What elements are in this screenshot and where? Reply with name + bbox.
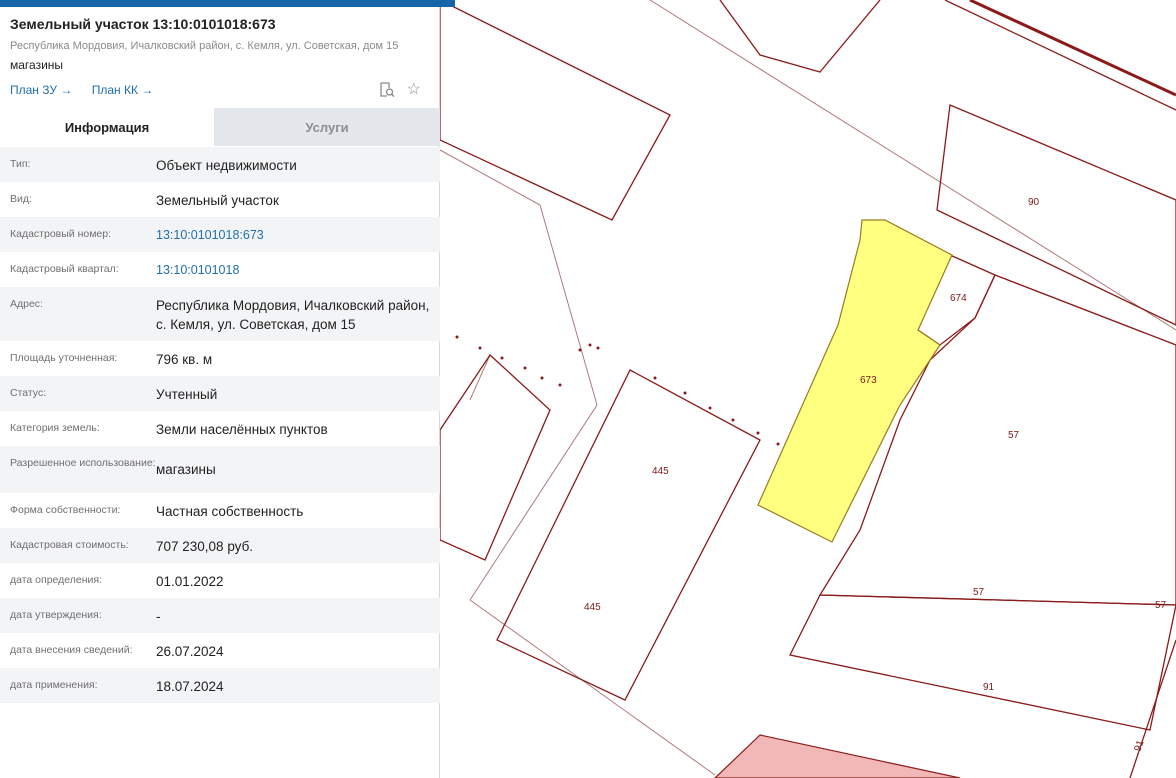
accent-bar [0,0,455,7]
cadastral-number-link[interactable]: 13:10:0101018:673 [156,226,430,252]
star-icon[interactable]: ☆ [407,82,421,102]
info-label: Статус: [10,387,47,399]
plan-links: План ЗУ → План КК → [10,83,169,97]
label-90: 90 [1028,197,1040,208]
info-label: дата применения: [10,679,98,691]
tab-services[interactable]: Услуги [214,108,440,146]
info-row-land-category: Категория земель: Земли населённых пункт… [0,411,440,446]
info-row-date-approved: дата утверждения: - [0,598,440,633]
info-table: Тип: Объект недвижимости Вид: Земельный … [0,147,440,703]
info-value: 796 кв. м [156,352,213,367]
info-label: дата утверждения: [10,609,102,621]
info-value: 26.07.2024 [156,644,224,659]
search-document-icon[interactable] [379,82,395,102]
info-value: 18.07.2024 [156,679,224,694]
info-row-status: Статус: Учтенный [0,376,440,411]
info-value: 707 230,08 руб. [156,539,254,554]
label-445-b: 445 [584,602,601,613]
tab-information[interactable]: Информация [0,108,214,146]
info-label: Тип: [10,158,31,170]
info-label: Категория земель: [10,422,100,434]
info-row-area: Площадь уточненная: 796 кв. м [0,341,440,376]
info-value: Объект недвижимости [156,158,297,173]
info-label: Кадастровая стоимость: [10,539,129,551]
plan-zu-link[interactable]: План ЗУ → [10,83,72,97]
info-row-date-determined: дата определения: 01.01.2022 [0,563,440,598]
info-row-ownership: Форма собственности: Частная собственнос… [0,493,440,528]
header-purpose: магазины [10,58,64,72]
cadastral-quarter-link[interactable]: 13:10:0101018 [156,261,430,287]
header-actions: ☆ [379,82,421,102]
info-row-date-applied: дата применения: 18.07.2024 [0,668,440,703]
label-57-c: 57 [1155,600,1167,611]
info-row-date-entered: дата внесения сведений: 26.07.2024 [0,633,440,668]
label-57-a: 57 [1008,430,1020,441]
info-value: магазины [156,462,216,477]
info-value: Земельный участок [156,193,279,208]
info-row-address: Адрес: Республика Мордовия, Ичалковский … [0,287,440,341]
info-label: Кадастровый квартал: [10,263,119,275]
info-label: Адрес: [10,298,43,310]
info-value: - [156,609,161,624]
info-label: дата определения: [10,574,103,586]
label-445-a: 445 [652,466,669,477]
info-label: Разрешенное использование: [10,457,156,469]
tab-bar: Информация Услуги [0,108,440,146]
info-label: дата внесения сведений: [10,644,133,656]
info-row-kind: Вид: Земельный участок [0,182,440,217]
info-value: Частная собственность [156,504,304,519]
panel-header: Земельный участок 13:10:0101018:673 Респ… [10,16,430,72]
info-row-cadastral-value: Кадастровая стоимость: 707 230,08 руб. [0,528,440,563]
header-address: Республика Мордовия, Ичалковский район, … [10,40,399,52]
info-value: Земли населённых пунктов [156,422,328,437]
info-row-cadastral-quarter: Кадастровый квартал: 13:10:0101018 [0,252,440,287]
info-row-cadastral-number: Кадастровый номер: 13:10:0101018:673 [0,217,440,252]
info-label: Вид: [10,193,32,205]
info-value: 01.01.2022 [156,574,224,589]
info-value: Республика Мордовия, Ичалковский район, … [156,298,430,332]
page-title: Земельный участок 13:10:0101018:673 [10,16,276,32]
label-91-a: 91 [983,682,995,693]
info-row-permitted-use: Разрешенное использование: магазины [0,446,440,493]
info-panel: Земельный участок 13:10:0101018:673 Респ… [0,0,455,778]
info-row-type: Тип: Объект недвижимости [0,147,440,182]
info-label: Площадь уточненная: [10,352,118,364]
info-label: Кадастровый номер: [10,228,112,240]
label-674: 674 [950,293,967,304]
label-57-b: 57 [973,587,985,598]
info-label: Форма собственности: [10,504,121,516]
label-673: 673 [860,375,877,386]
plan-kk-link[interactable]: План КК → [92,83,154,97]
info-value: Учтенный [156,387,218,402]
